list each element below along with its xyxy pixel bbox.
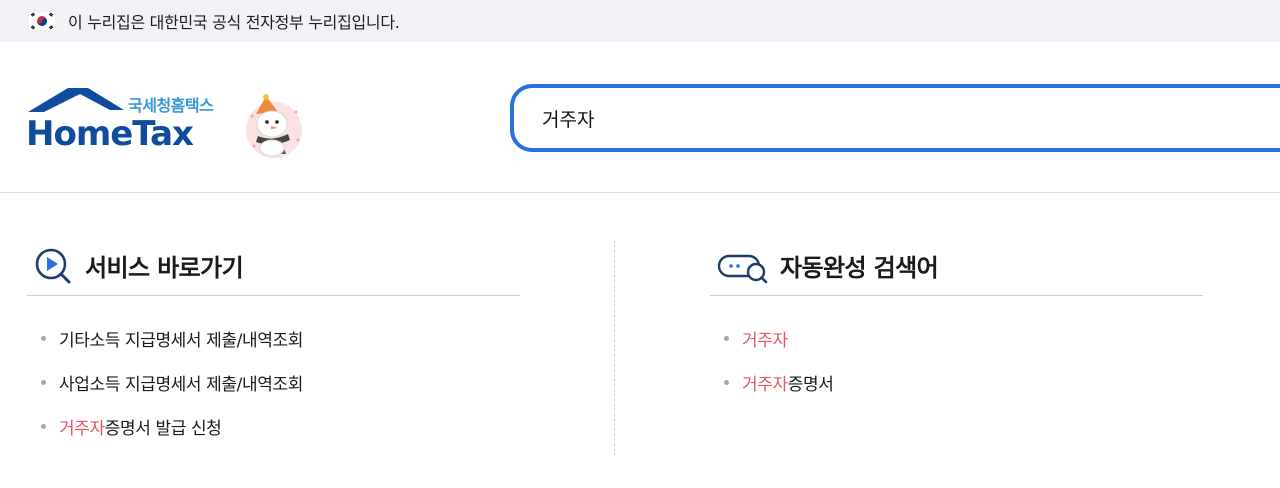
bullet-icon — [41, 379, 46, 385]
service-list: 기타소득 지급명세서 제출/내역조회 사업소득 지급명세서 제출/내역조회 거주… — [27, 296, 520, 448]
chat-search-icon — [717, 254, 768, 283]
gov-banner: 이 누리집은 대한민국 공식 전자정부 누리집입니다. — [0, 0, 1280, 42]
header: 국세청홈택스 HomeTax — [0, 42, 1280, 193]
autocomplete-panel: 자동완성 검색어 거주자 거주자 증명서 — [710, 236, 1203, 404]
korean-flag-icon — [28, 11, 56, 31]
item-label: 사업소득 지급명세서 제출/내역조회 — [59, 374, 303, 395]
search-input[interactable] — [542, 107, 1242, 129]
bullet-icon — [41, 335, 46, 341]
panel-divider — [614, 240, 615, 456]
list-item[interactable]: 사업소득 지급명세서 제출/내역조회 — [27, 360, 520, 404]
play-search-icon — [35, 248, 71, 283]
service-shortcuts-header: 서비스 바로가기 — [27, 236, 520, 296]
item-highlight: 거주자 — [742, 374, 788, 395]
list-item[interactable]: 거주자 증명서 발급 신청 — [27, 404, 520, 448]
bullet-icon — [724, 335, 729, 341]
service-shortcuts-panel: 서비스 바로가기 기타소득 지급명세서 제출/내역조회 사업소득 지급명세서 제… — [27, 236, 520, 448]
item-highlight: 거주자 — [742, 330, 788, 351]
autocomplete-list: 거주자 거주자 증명서 — [710, 296, 1203, 404]
item-highlight: 거주자 — [59, 418, 105, 439]
autocomplete-header: 자동완성 검색어 — [710, 236, 1203, 296]
item-label: 증명서 — [787, 374, 834, 395]
logo-subtitle: 국세청홈택스 — [128, 96, 214, 115]
item-label: 기타소득 지급명세서 제출/내역조회 — [59, 330, 303, 351]
logo-title: HomeTax — [26, 114, 194, 154]
bullet-icon — [724, 379, 729, 385]
list-item[interactable]: 거주자 증명서 — [710, 360, 1203, 404]
gov-banner-text: 이 누리집은 대한민국 공식 전자정부 누리집입니다. — [68, 13, 400, 32]
bullet-icon — [41, 423, 46, 429]
list-item[interactable]: 거주자 — [710, 316, 1203, 360]
search-box[interactable] — [510, 84, 1280, 152]
service-shortcuts-title: 서비스 바로가기 — [85, 254, 244, 282]
hometax-logo[interactable]: 국세청홈택스 HomeTax — [26, 86, 236, 156]
item-label: 증명서 발급 신청 — [104, 418, 222, 439]
autocomplete-title: 자동완성 검색어 — [780, 254, 939, 282]
snowman-mascot-icon — [246, 94, 302, 158]
list-item[interactable]: 기타소득 지급명세서 제출/내역조회 — [27, 316, 520, 360]
